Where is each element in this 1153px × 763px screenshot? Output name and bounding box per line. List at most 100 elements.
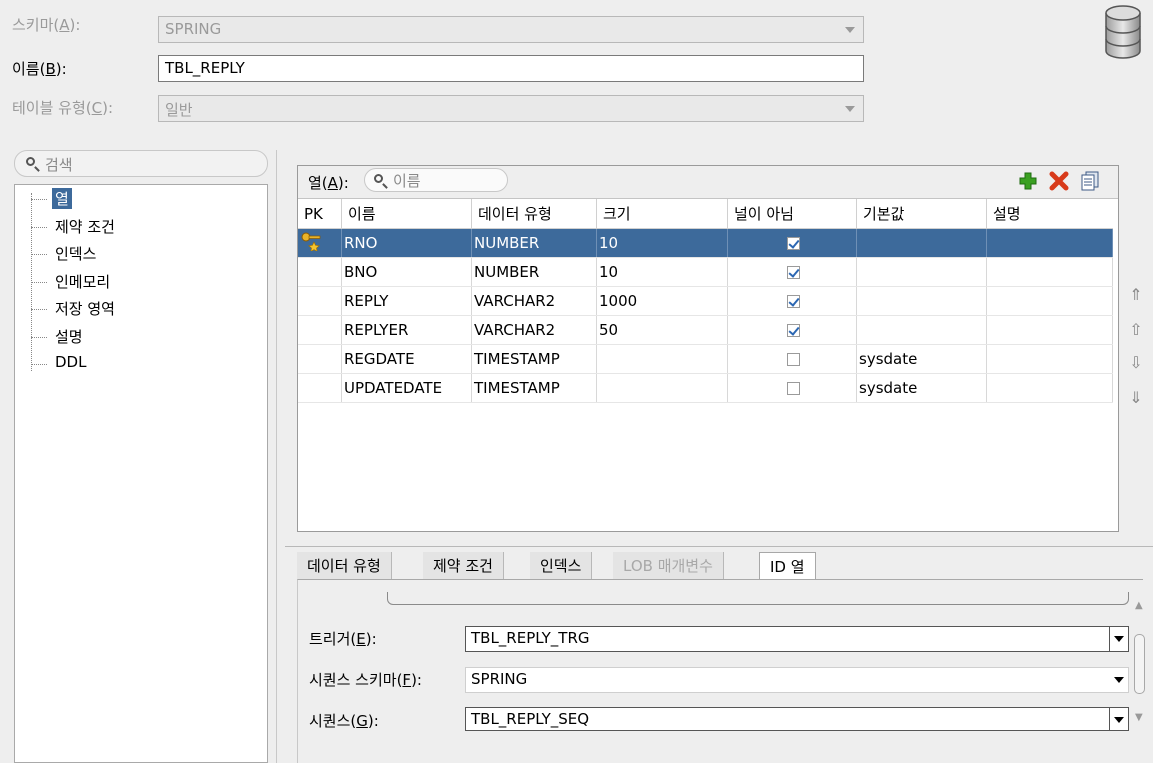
scrollbar[interactable]: ▲ ▼ — [1133, 600, 1145, 730]
column-type-cell[interactable]: TIMESTAMP — [471, 344, 597, 374]
chevron-down-icon[interactable] — [1109, 627, 1128, 651]
column-name-cell[interactable]: REPLYER — [341, 315, 472, 345]
column-header-comment[interactable]: 설명 — [986, 199, 1112, 229]
not-null-cell[interactable] — [727, 257, 857, 287]
not-null-cell[interactable] — [727, 228, 857, 258]
column-header-default[interactable]: 기본값 — [856, 199, 987, 229]
trigger-select[interactable]: TBL_REPLY_TRG — [465, 626, 1129, 652]
not-null-cell[interactable] — [727, 286, 857, 316]
column-comment-cell[interactable] — [986, 373, 1113, 403]
column-size-cell[interactable]: 50 — [596, 315, 728, 345]
tab-indexes[interactable]: 인덱스 — [530, 552, 593, 580]
column-header-size[interactable]: 크기 — [596, 199, 728, 229]
column-type-cell[interactable]: VARCHAR2 — [471, 286, 597, 316]
tab-data-type[interactable]: 데이터 유형 — [297, 552, 392, 580]
move-top-icon[interactable]: ⇑ — [1128, 285, 1144, 305]
nav-search-input[interactable]: 검색 — [14, 150, 268, 177]
chevron-down-icon[interactable] — [1109, 708, 1128, 730]
column-size-cell[interactable] — [596, 344, 728, 374]
nav-item-storage[interactable]: 저장 영역 — [31, 298, 231, 322]
column-size-cell[interactable]: 10 — [596, 257, 728, 287]
pk-cell — [298, 228, 342, 258]
not-null-checkbox[interactable] — [786, 382, 800, 395]
column-comment-cell[interactable] — [986, 344, 1113, 374]
tab-id-column[interactable]: ID 열 — [759, 552, 816, 581]
column-default-cell[interactable] — [856, 286, 987, 316]
add-column-icon[interactable] — [1018, 171, 1038, 191]
column-comment-cell[interactable] — [986, 286, 1113, 316]
column-default-cell[interactable] — [856, 257, 987, 287]
not-null-cell[interactable] — [727, 344, 857, 374]
nav-item-ddl[interactable]: DDL — [31, 353, 231, 377]
column-size-cell[interactable] — [596, 373, 728, 403]
column-comment-cell[interactable] — [986, 228, 1113, 258]
table-row[interactable]: BNO NUMBER 10 — [298, 257, 1113, 287]
column-name-cell[interactable]: UPDATEDATE — [341, 373, 472, 403]
table-type-label: 테이블 유형(C): — [12, 99, 114, 117]
schema-select[interactable]: SPRING — [158, 16, 864, 43]
tab-constraints[interactable]: 제약 조건 — [423, 552, 504, 580]
nav-item-constraints[interactable]: 제약 조건 — [31, 216, 231, 240]
column-name-cell[interactable]: REGDATE — [341, 344, 472, 374]
move-down-icon[interactable]: ⇩ — [1128, 353, 1144, 373]
table-row[interactable]: RNO NUMBER 10 — [298, 228, 1113, 258]
column-default-cell[interactable] — [856, 228, 987, 258]
chevron-down-icon[interactable] — [1110, 668, 1128, 692]
nav-item-inmemory[interactable]: 인메모리 — [31, 271, 231, 295]
tab-lob-parameters: LOB 매개변수 — [613, 552, 724, 580]
column-default-cell[interactable]: sysdate — [856, 344, 987, 374]
table-row[interactable]: REPLY VARCHAR2 1000 — [298, 286, 1113, 316]
table-row[interactable]: REPLYER VARCHAR2 50 — [298, 315, 1113, 345]
sequence-label: 시퀀스(G): — [309, 712, 379, 730]
column-search-input[interactable]: 이름 — [364, 168, 508, 192]
not-null-checkbox[interactable] — [786, 353, 800, 366]
sequence-schema-select[interactable]: SPRING — [465, 667, 1129, 693]
copy-column-icon[interactable] — [1079, 170, 1101, 192]
pk-cell — [298, 286, 342, 316]
column-comment-cell[interactable] — [986, 315, 1113, 345]
move-up-icon[interactable]: ⇧ — [1128, 320, 1144, 340]
nav-item-indexes[interactable]: 인덱스 — [31, 243, 231, 267]
column-type-cell[interactable]: TIMESTAMP — [471, 373, 597, 403]
column-name-cell[interactable]: BNO — [341, 257, 472, 287]
trigger-label: 트리거(E): — [309, 630, 377, 648]
column-default-cell[interactable]: sysdate — [856, 373, 987, 403]
column-type-cell[interactable]: NUMBER — [471, 228, 597, 258]
nav-item-comment[interactable]: 설명 — [31, 326, 231, 350]
column-comment-cell[interactable] — [986, 257, 1113, 287]
not-null-checkbox[interactable] — [786, 237, 800, 250]
column-size-cell[interactable]: 1000 — [596, 286, 728, 316]
column-size-cell[interactable]: 10 — [596, 228, 728, 258]
splitter[interactable] — [276, 150, 277, 763]
column-header-notnull[interactable]: 널이 아님 — [727, 199, 857, 229]
nav-tree: 열 제약 조건 인덱스 인메모리 저장 영역 설명 DDL — [14, 184, 268, 763]
table-name-input[interactable]: TBL_REPLY — [158, 55, 864, 82]
delete-column-icon[interactable] — [1049, 171, 1069, 191]
not-null-checkbox[interactable] — [786, 324, 800, 337]
column-header-pk[interactable]: PK — [298, 199, 342, 229]
column-default-cell[interactable] — [856, 315, 987, 345]
table-row[interactable]: REGDATE TIMESTAMP sysdate — [298, 344, 1113, 374]
not-null-cell[interactable] — [727, 373, 857, 403]
not-null-cell[interactable] — [727, 315, 857, 345]
move-bottom-icon[interactable]: ⇓ — [1128, 388, 1144, 408]
column-type-cell[interactable]: VARCHAR2 — [471, 315, 597, 345]
not-null-checkbox[interactable] — [786, 266, 800, 279]
chevron-down-icon — [845, 27, 855, 33]
splitter[interactable] — [285, 546, 1153, 547]
column-type-cell[interactable]: NUMBER — [471, 257, 597, 287]
table-type-select[interactable]: 일반 — [158, 95, 864, 122]
nav-item-columns[interactable]: 열 — [31, 188, 231, 212]
columns-table: PK 이름 데이터 유형 크기 널이 아님 기본값 설명 RNO NUMBER … — [298, 199, 1113, 403]
columns-label: 열(A): — [308, 174, 349, 192]
table-row[interactable]: UPDATEDATE TIMESTAMP sysdate — [298, 373, 1113, 403]
pk-cell — [298, 257, 342, 287]
not-null-checkbox[interactable] — [786, 295, 800, 308]
column-name-cell[interactable]: RNO — [341, 228, 472, 258]
sequence-select[interactable]: TBL_REPLY_SEQ — [465, 707, 1129, 731]
database-icon — [1105, 5, 1141, 59]
column-header-name[interactable]: 이름 — [341, 199, 472, 229]
column-name-cell[interactable]: REPLY — [341, 286, 472, 316]
column-header-type[interactable]: 데이터 유형 — [471, 199, 597, 229]
scroll-thumb[interactable] — [1134, 634, 1145, 694]
